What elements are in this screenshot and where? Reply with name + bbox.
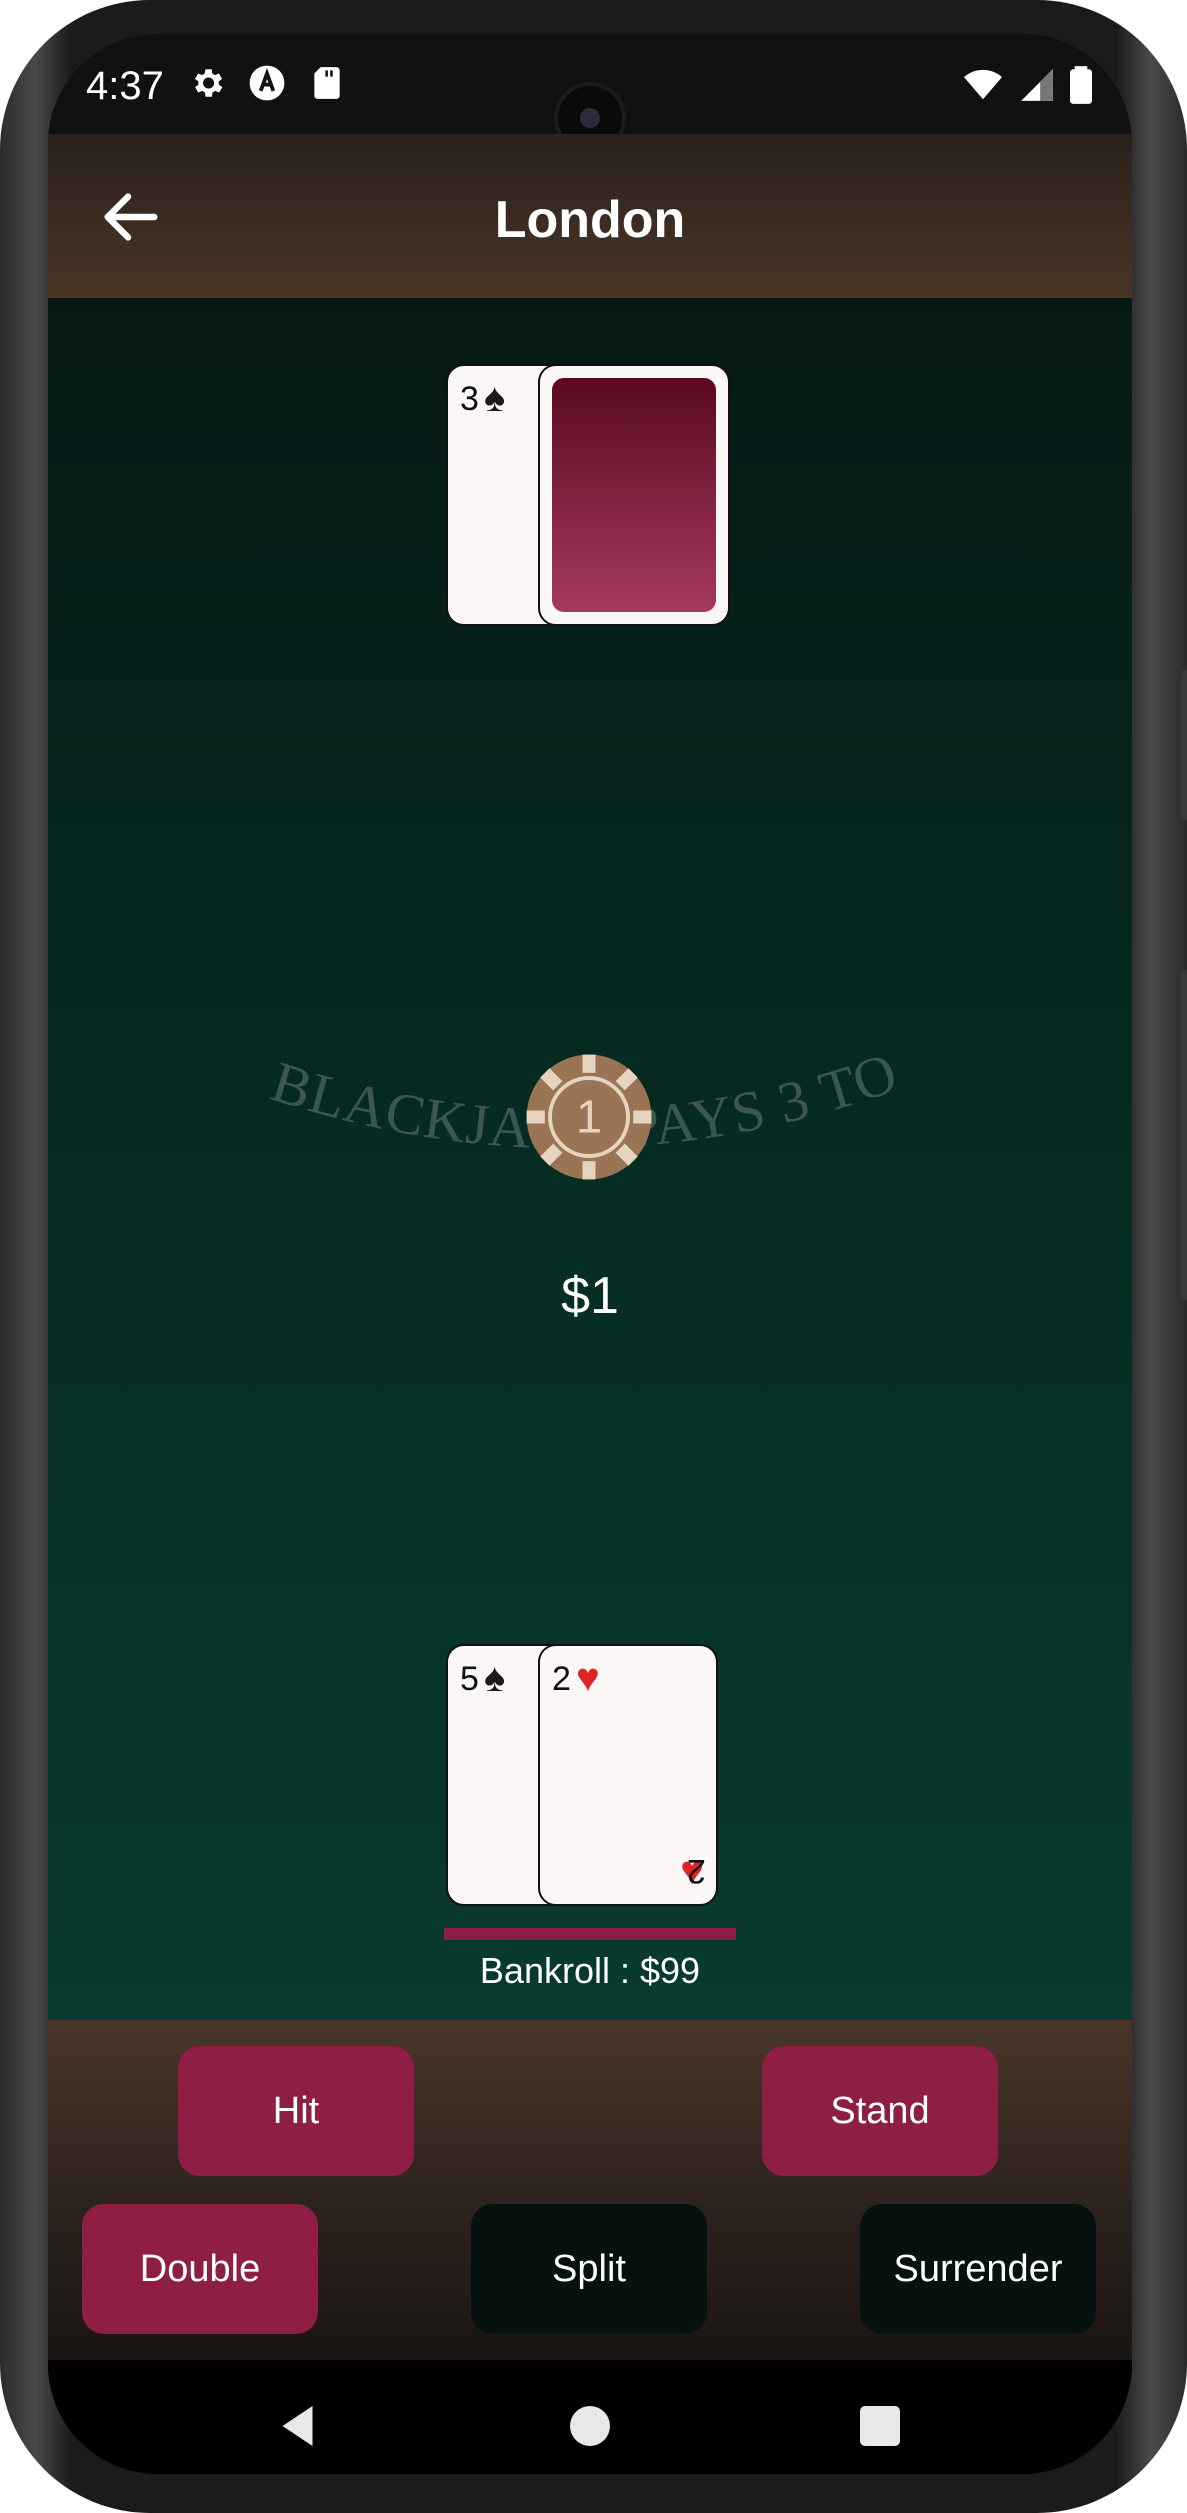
recents-square-icon[interactable] [850, 2396, 910, 2456]
stand-button[interactable]: Stand [762, 2046, 998, 2176]
heart-icon: ♥ [576, 1656, 600, 1700]
bankroll-bar [444, 1928, 736, 1940]
device-screen: 4:37 London 3 ♠ BLACKJA AYS 3 TO 1 $1 5 … [48, 34, 1132, 2474]
gear-icon [194, 69, 223, 97]
action-panel: Hit Stand Double Split Surrender [48, 2020, 1132, 2360]
surrender-button[interactable]: Surrender [860, 2204, 1096, 2334]
chip-icon[interactable]: 1 [524, 1052, 654, 1182]
chip-value: 1 [576, 1091, 602, 1143]
app-bar: London [48, 134, 1132, 298]
wifi-icon [964, 69, 1002, 100]
bankroll-label: Bankroll : $99 [479, 1950, 701, 1991]
sd-card-icon [314, 67, 340, 99]
player-card-2: 2 ♥ ♥ 2 [538, 1644, 718, 1906]
back-triangle-icon[interactable] [270, 2396, 330, 2456]
dealer-card-hidden [538, 364, 730, 626]
bet-amount: $1 [561, 1267, 619, 1325]
a-icon [249, 65, 285, 101]
card-rank-inverted: 2 [687, 1852, 706, 1890]
card-rank: 5 [460, 1660, 479, 1698]
double-button[interactable]: Double [82, 2204, 318, 2334]
split-button[interactable]: Split [471, 2204, 707, 2334]
battery-icon [1070, 66, 1092, 104]
card-rank: 2 [552, 1660, 571, 1698]
phone-frame: 4:37 London 3 ♠ BLACKJA AYS 3 TO 1 $1 5 … [0, 0, 1187, 2513]
system-nav-bar [48, 2360, 1132, 2474]
card-back-pattern [552, 378, 716, 612]
card-rank: 3 [460, 380, 479, 418]
spade-icon: ♠ [484, 1656, 506, 1700]
volume-button [1181, 670, 1187, 820]
power-button [1181, 970, 1187, 1300]
status-time: 4:37 [86, 64, 164, 108]
blackjack-table: 3 ♠ BLACKJACK PAYS 3 TO 2 [48, 298, 1132, 2020]
signal-icon [1021, 69, 1053, 101]
spade-icon: ♠ [484, 376, 506, 420]
hit-button[interactable]: Hit [178, 2046, 414, 2176]
home-circle-icon[interactable] [560, 2396, 620, 2456]
page-title: London [494, 191, 686, 249]
